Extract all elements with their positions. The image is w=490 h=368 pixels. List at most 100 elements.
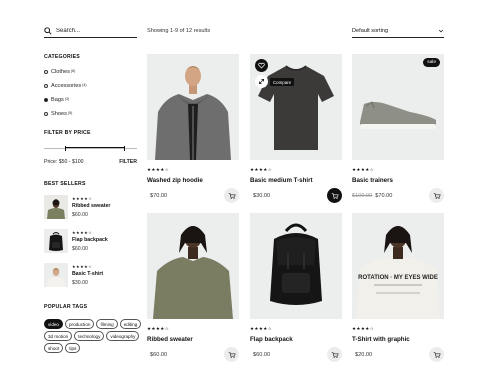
tag-video[interactable]: video bbox=[44, 319, 63, 329]
product-price: $30.00 bbox=[250, 193, 270, 199]
category-count: (6) bbox=[70, 69, 76, 73]
product-card: ★★★★☆ Ribbed sweater $60.00 bbox=[147, 213, 239, 362]
bestseller-name[interactable]: Flap backpack bbox=[72, 237, 108, 243]
tag-technology[interactable]: technology bbox=[74, 331, 105, 341]
product-card: Compare ★★★★☆ Basic medium T-shirt $30.0… bbox=[250, 54, 342, 203]
sort-dropdown[interactable]: Default sorting bbox=[352, 24, 444, 38]
results-count: Showing 1-9 of 12 results bbox=[147, 28, 211, 34]
bestseller-thumbnail[interactable] bbox=[44, 195, 68, 219]
product-card: sale ★★★★☆ Basic trainers $100.00 $70.00 bbox=[352, 54, 444, 203]
product-price: $60.00 bbox=[250, 352, 270, 358]
category-item-bags[interactable]: Bags (3) bbox=[44, 93, 87, 107]
tag-shoot[interactable]: shoot bbox=[44, 343, 64, 353]
product-card: ROTATION · MY EYES WIDE ★★★★☆ T-Shirt wi… bbox=[352, 213, 444, 362]
add-to-cart-button[interactable] bbox=[327, 347, 342, 362]
sneaker-image bbox=[352, 54, 444, 160]
add-to-cart-button[interactable] bbox=[429, 347, 444, 362]
category-count: (5) bbox=[67, 111, 73, 115]
rating-stars: ★★★★☆ bbox=[147, 167, 170, 172]
category-label: Shoes bbox=[51, 111, 67, 117]
product-current-price: $60.00 bbox=[150, 351, 168, 358]
bestseller-item[interactable]: ★★★★☆ Flap backpack $60.00 bbox=[44, 229, 108, 253]
sweater-model-image bbox=[147, 213, 239, 319]
add-to-cart-button[interactable] bbox=[224, 188, 239, 203]
cart-icon bbox=[228, 351, 236, 358]
search-bar[interactable] bbox=[44, 24, 137, 38]
slider-min-handle[interactable] bbox=[65, 145, 67, 151]
sweater-model-image bbox=[44, 195, 68, 219]
product-image[interactable] bbox=[250, 213, 342, 319]
bestseller-item[interactable]: ★★★★☆ Ribbed sweater $60.00 bbox=[44, 195, 110, 219]
category-label: Accessories bbox=[51, 83, 82, 89]
cart-icon bbox=[433, 351, 441, 358]
add-to-cart-button[interactable] bbox=[429, 188, 444, 203]
rating-stars: ★★★★☆ bbox=[72, 196, 93, 201]
tag-production[interactable]: production bbox=[64, 319, 95, 329]
radio-icon bbox=[44, 112, 48, 116]
price-range-slider[interactable] bbox=[44, 145, 137, 151]
backpack-image bbox=[44, 229, 68, 253]
product-name[interactable]: Basic trainers bbox=[352, 177, 444, 184]
chevron-down-icon bbox=[438, 29, 444, 32]
filter-price-title: FILTER BY PRICE bbox=[44, 130, 91, 136]
product-price: $70.00 bbox=[147, 193, 167, 199]
product-name[interactable]: Basic medium T-shirt bbox=[250, 177, 342, 184]
product-price: $100.00 $70.00 bbox=[352, 193, 392, 199]
radio-icon bbox=[44, 84, 48, 88]
product-current-price: $70.00 bbox=[150, 192, 168, 199]
radio-selected-icon bbox=[44, 98, 48, 102]
product-current-price: $60.00 bbox=[253, 351, 271, 358]
add-to-cart-button[interactable] bbox=[224, 347, 239, 362]
hoodie-model-image bbox=[147, 54, 239, 160]
search-input[interactable] bbox=[56, 27, 126, 34]
bestseller-item[interactable]: ★★★★☆ Basic T-shirt $30.00 bbox=[44, 263, 103, 287]
product-image[interactable]: Compare bbox=[250, 54, 342, 160]
tag-tips[interactable]: tips bbox=[65, 343, 81, 353]
category-item-accessories[interactable]: Accessories (4) bbox=[44, 79, 87, 93]
tag-cloud: video production filming editing 3d moti… bbox=[44, 319, 144, 353]
cart-icon bbox=[331, 351, 339, 358]
product-name[interactable]: Ribbed sweater bbox=[147, 336, 239, 343]
bestseller-price: $60.00 bbox=[72, 246, 88, 252]
rating-stars: ★★★★☆ bbox=[352, 167, 375, 172]
product-image[interactable] bbox=[147, 213, 239, 319]
rating-stars: ★★★★☆ bbox=[250, 167, 273, 172]
product-name[interactable]: T-Shirt with graphic bbox=[352, 336, 444, 343]
product-old-price: $100.00 bbox=[352, 192, 373, 199]
product-current-price: $70.00 bbox=[375, 192, 393, 199]
bestseller-thumbnail[interactable] bbox=[44, 229, 68, 253]
product-name[interactable]: Flap backpack bbox=[250, 336, 342, 343]
category-item-clothes[interactable]: Clothes (6) bbox=[44, 65, 87, 79]
product-card: ★★★★☆ Washed zip hoodie $70.00 bbox=[147, 54, 239, 203]
category-label: Clothes bbox=[51, 69, 70, 75]
product-current-price: $20.00 bbox=[355, 351, 373, 358]
category-item-shoes[interactable]: Shoes (5) bbox=[44, 107, 87, 121]
slider-max-handle[interactable] bbox=[123, 145, 125, 151]
bestseller-thumbnail[interactable] bbox=[44, 263, 68, 287]
product-image[interactable]: ROTATION · MY EYES WIDE bbox=[352, 213, 444, 319]
wishlist-button[interactable] bbox=[255, 59, 268, 72]
heart-icon bbox=[258, 62, 265, 69]
cart-icon bbox=[228, 192, 236, 199]
tag-editing[interactable]: editing bbox=[119, 319, 142, 329]
sale-badge: sale bbox=[423, 58, 440, 67]
tag-filming[interactable]: filming bbox=[96, 319, 118, 329]
rating-stars: ★★★★☆ bbox=[72, 230, 93, 235]
price-filter-row: Price: $50 - $100 FILTER bbox=[44, 159, 137, 165]
category-list: Clothes (6) Accessories (4) Bags (3) Shoes(… bbox=[44, 65, 87, 121]
category-label: Bags bbox=[51, 97, 64, 103]
tag-videography[interactable]: videography bbox=[106, 331, 140, 341]
categories-title: CATEGORIES bbox=[44, 54, 80, 60]
product-image[interactable] bbox=[147, 54, 239, 160]
filter-button[interactable]: FILTER bbox=[119, 159, 137, 165]
price-range-label: Price: $50 - $100 bbox=[44, 159, 84, 165]
product-name[interactable]: Washed zip hoodie bbox=[147, 177, 239, 184]
product-image[interactable]: sale bbox=[352, 54, 444, 160]
compare-button[interactable] bbox=[255, 75, 268, 88]
tag-3d-motion[interactable]: 3d motion bbox=[44, 331, 73, 341]
bestseller-name[interactable]: Basic T-shirt bbox=[72, 271, 103, 277]
add-to-cart-button[interactable] bbox=[327, 188, 342, 203]
slider-range bbox=[66, 147, 124, 149]
bestseller-name[interactable]: Ribbed sweater bbox=[72, 203, 110, 209]
tshirt-model-image bbox=[44, 263, 68, 287]
